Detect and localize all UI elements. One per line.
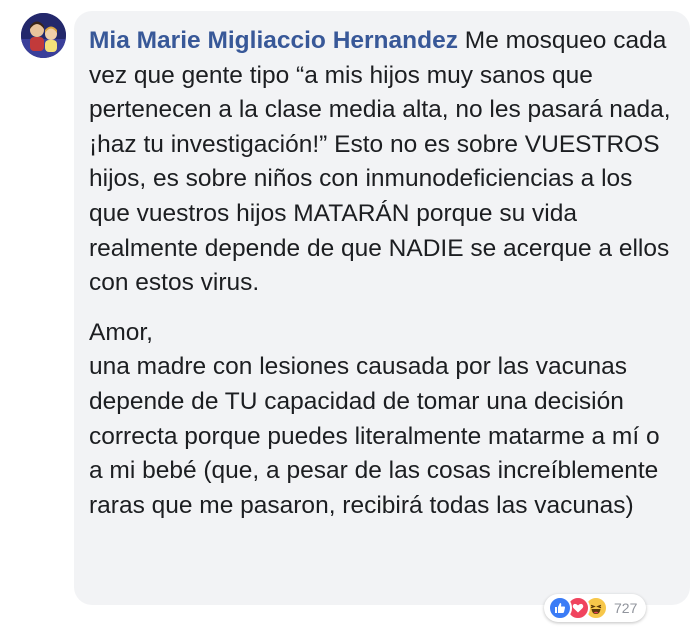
comment-bubble: Mia Marie Migliaccio Hernandez Me mosque… xyxy=(74,11,690,605)
comment-paragraph: Amor, una madre con lesiones causada por … xyxy=(89,316,676,524)
comment-text: Amor, xyxy=(89,318,153,346)
reactions-summary[interactable]: 727 xyxy=(544,594,646,622)
author-name[interactable]: Mia Marie Migliaccio Hernandez xyxy=(89,27,458,54)
reaction-count: 727 xyxy=(614,600,638,616)
avatar[interactable] xyxy=(21,13,66,58)
comment-paragraph: Mia Marie Migliaccio Hernandez Me mosque… xyxy=(89,24,676,301)
comment-text: una madre con lesiones causada por las v… xyxy=(89,353,660,519)
comment-text: Me mosqueo cada vez que gente tipo “a mi… xyxy=(89,27,671,297)
like-icon xyxy=(548,596,572,620)
